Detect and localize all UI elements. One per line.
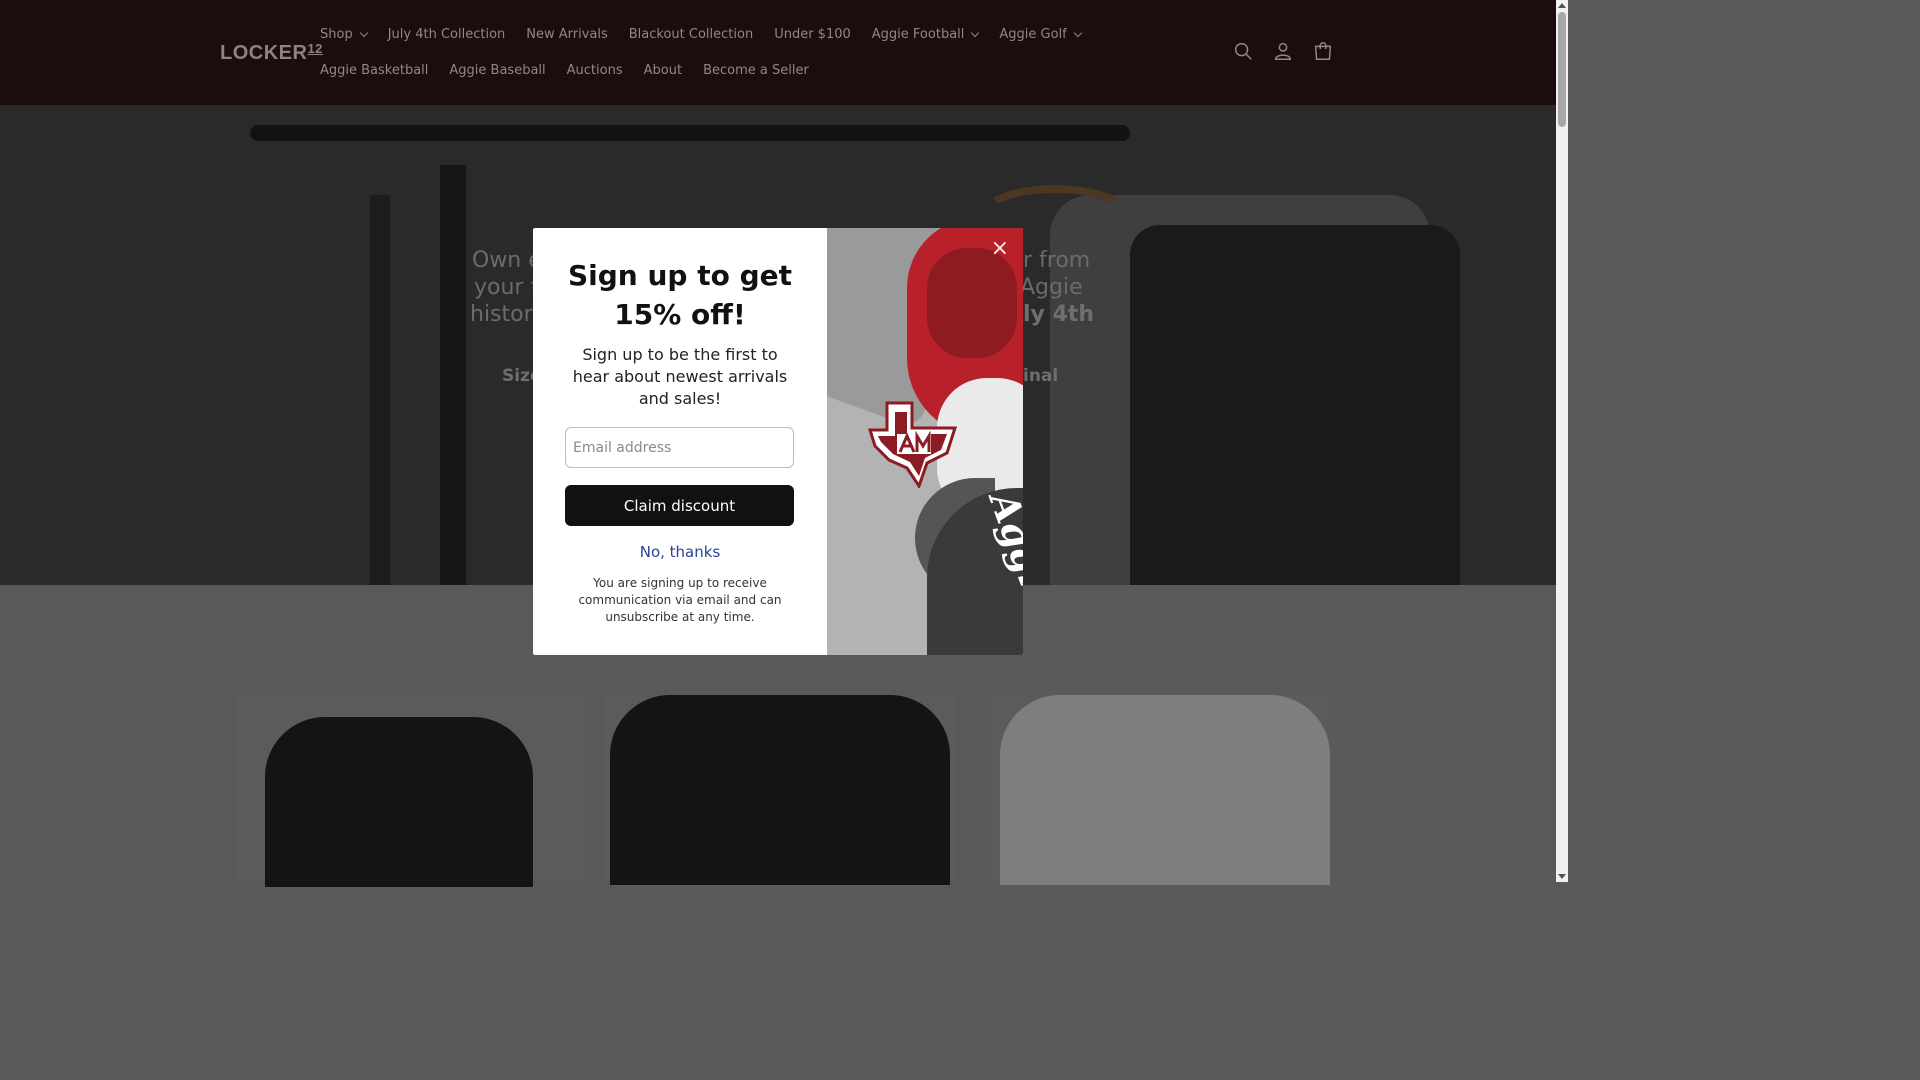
chevron-down-icon (359, 28, 368, 37)
site-header: LOCKER12 Shop July 4th Collection New Ar… (0, 0, 1556, 105)
hero-garment (1130, 225, 1460, 585)
product-card[interactable] (605, 695, 955, 885)
hero-text-left-2: your f (474, 275, 539, 300)
hero-text-left-1: Own e (472, 248, 542, 273)
scroll-down-arrow-icon[interactable] (1558, 874, 1566, 879)
nav-july-4th-collection[interactable]: July 4th Collection (388, 25, 506, 43)
hero-image (250, 125, 1130, 141)
nav-become-a-seller[interactable]: Become a Seller (703, 61, 809, 79)
nav-new-arrivals[interactable]: New Arrivals (526, 25, 608, 43)
hero-rack-post (370, 195, 390, 585)
nav-auctions[interactable]: Auctions (567, 61, 623, 79)
nav-aggie-basketball[interactable]: Aggie Basketball (320, 61, 428, 79)
popup-image: Aggie × (827, 228, 1023, 655)
scroll-thumb[interactable] (1558, 12, 1566, 127)
hero-text-left-3: histor (470, 302, 533, 327)
search-icon[interactable] (1232, 40, 1254, 62)
signup-popup: Sign up to get 15% off! Sign up to be th… (533, 228, 1023, 655)
chevron-down-icon (971, 28, 980, 37)
atm-logo-icon (867, 401, 958, 488)
hero-text-right-2: Aggie (1020, 275, 1083, 300)
account-icon[interactable] (1272, 40, 1294, 62)
nav-secondary: Aggie Basketball Aggie Baseball Auctions… (320, 61, 830, 79)
hero-rack-post (440, 165, 466, 585)
nav-shop[interactable]: Shop (320, 25, 368, 43)
cart-icon[interactable] (1312, 40, 1334, 62)
popup-legal-text: You are signing up to receive communicat… (578, 576, 782, 624)
hero-text-right-3: ly 4th (1023, 302, 1095, 327)
popup-title: Sign up to get 15% off! (568, 259, 792, 331)
claim-discount-button[interactable]: Claim discount (565, 485, 794, 526)
page-scrollbar[interactable] (1556, 0, 1568, 882)
nav-under-100[interactable]: Under $100 (774, 25, 851, 43)
scroll-up-arrow-icon[interactable] (1558, 3, 1566, 8)
no-thanks-link[interactable]: No, thanks (565, 543, 795, 561)
close-icon[interactable]: × (991, 238, 1009, 260)
product-image (610, 695, 950, 885)
product-image (1000, 695, 1330, 885)
product-card[interactable] (235, 695, 585, 887)
email-field[interactable] (565, 427, 794, 468)
nav-aggie-football[interactable]: Aggie Football (872, 25, 980, 43)
nav-about[interactable]: About (644, 61, 682, 79)
popup-subtitle: Sign up to be the first to hear about ne… (572, 345, 788, 408)
popup-form-panel: Sign up to get 15% off! Sign up to be th… (533, 228, 827, 655)
chevron-down-icon (1073, 28, 1082, 37)
nav-primary: Shop July 4th Collection New Arrivals Bl… (320, 25, 1102, 43)
site-logo[interactable]: LOCKER12 (220, 41, 323, 65)
header-icons (1232, 40, 1334, 62)
hero-text-right-1: r from (1023, 248, 1091, 273)
nav-blackout-collection[interactable]: Blackout Collection (629, 25, 753, 43)
popup-image-shoe-mesh (927, 248, 1017, 358)
hero-sub-right: inal (1023, 366, 1059, 386)
product-image (265, 717, 533, 887)
nav-aggie-baseball[interactable]: Aggie Baseball (449, 61, 545, 79)
product-card[interactable] (985, 695, 1335, 885)
nav-aggie-golf[interactable]: Aggie Golf (999, 25, 1082, 43)
